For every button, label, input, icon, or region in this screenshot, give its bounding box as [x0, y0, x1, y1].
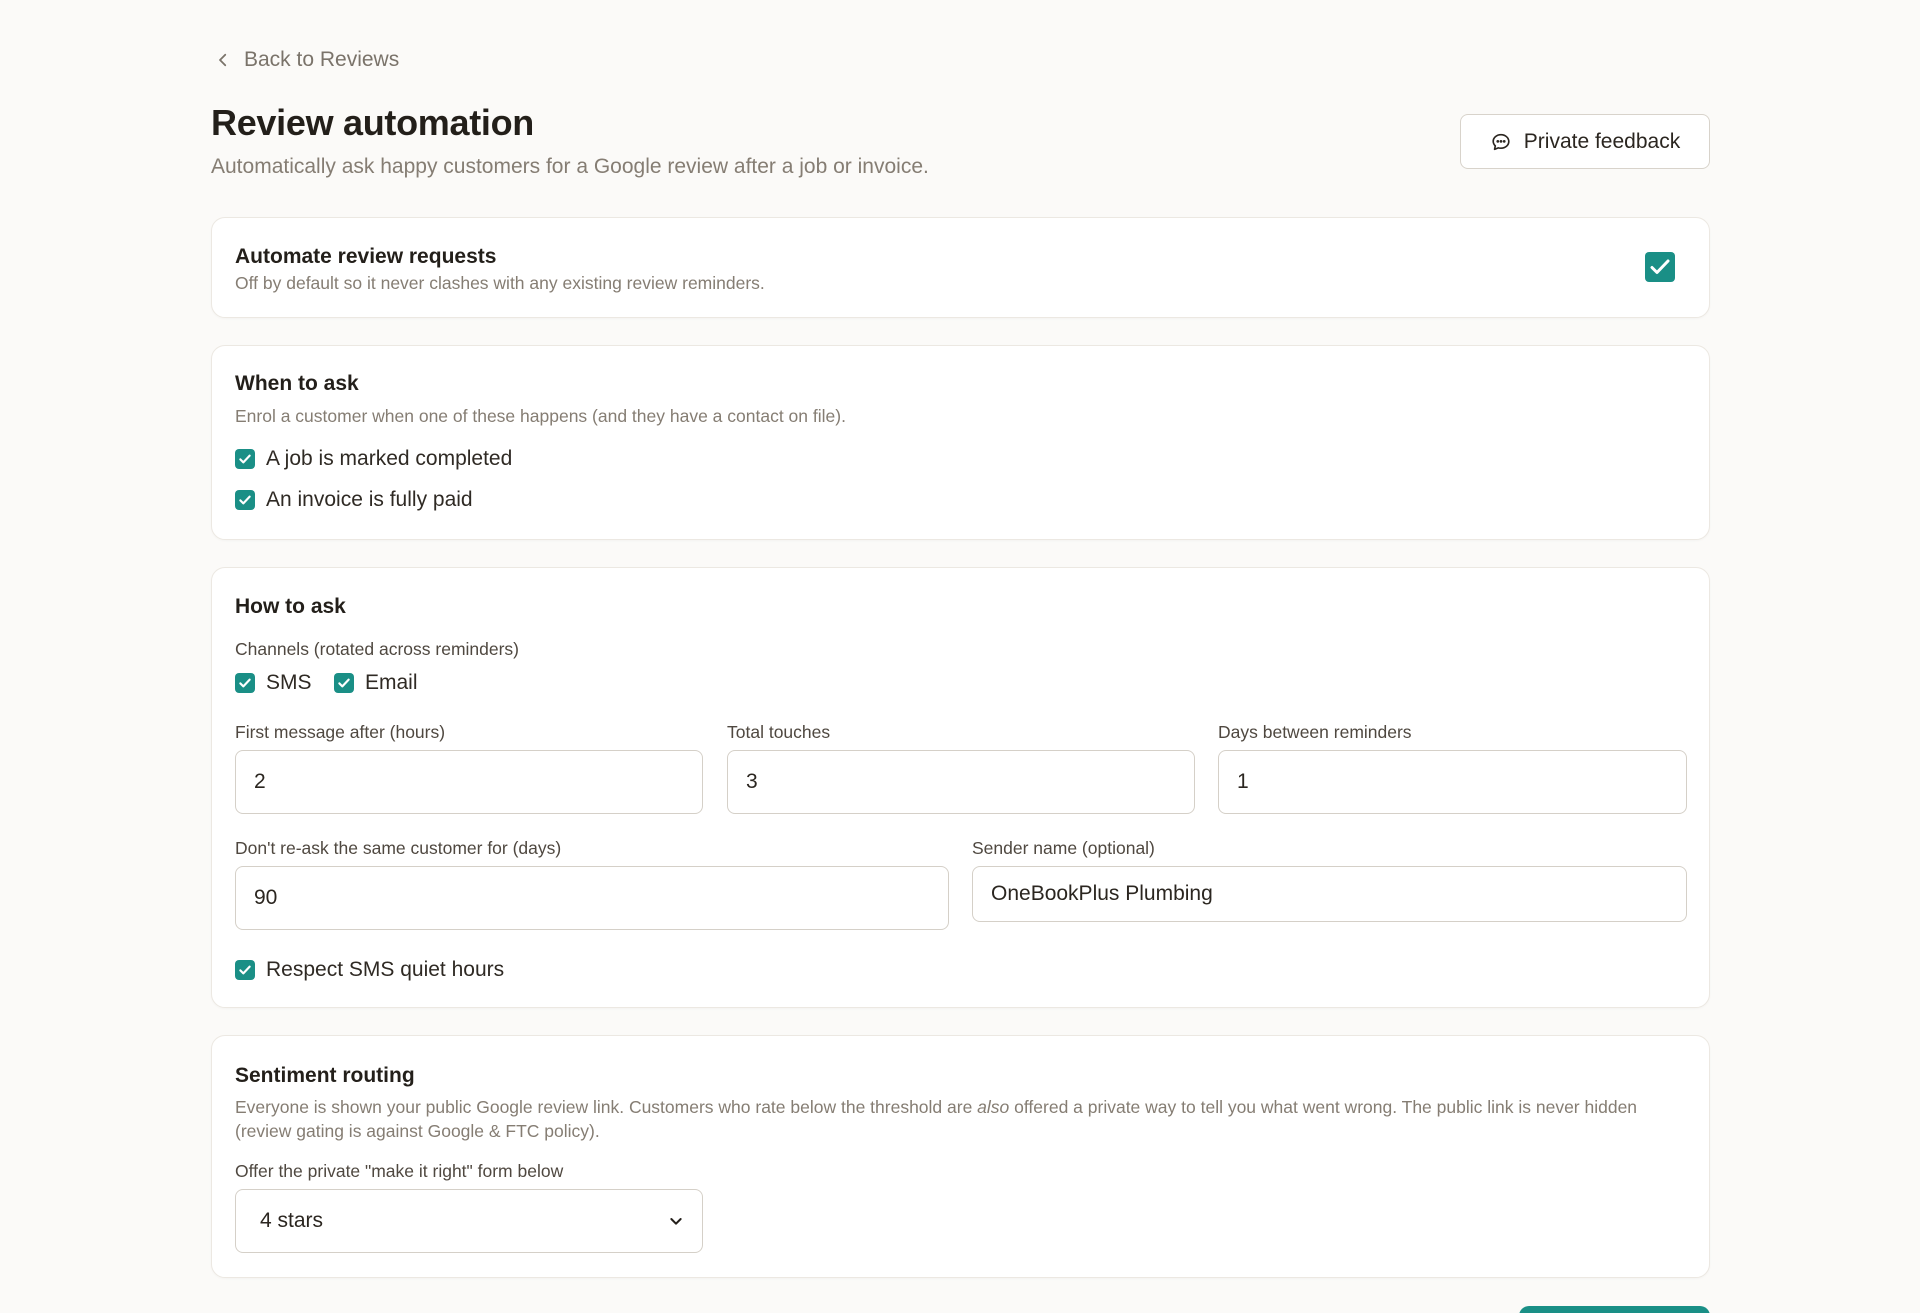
days-between-input[interactable]: 1	[1218, 750, 1687, 814]
checkmark-icon	[1650, 259, 1670, 274]
first-message-value: 2	[254, 770, 266, 793]
email-label: Email	[365, 671, 418, 694]
checkmark-icon	[338, 678, 350, 688]
checkmark-icon	[239, 495, 251, 505]
page: Back to Reviews Review automation Automa…	[0, 0, 1920, 1313]
job-completed-label: A job is marked completed	[266, 447, 513, 470]
sentiment-desc-part1: Everyone is shown your public Google rev…	[235, 1097, 978, 1117]
automate-checkbox[interactable]	[1645, 252, 1675, 282]
job-completed-checkbox[interactable]	[235, 449, 255, 469]
when-title: When to ask	[235, 372, 359, 395]
page-subtitle: Automatically ask happy customers for a …	[211, 155, 929, 178]
days-between-value: 1	[1237, 770, 1249, 793]
sender-input[interactable]: OneBookPlus Plumbing	[972, 866, 1687, 922]
quiet-hours-label: Respect SMS quiet hours	[266, 958, 505, 981]
sender-value: OneBookPlus Plumbing	[991, 882, 1213, 905]
back-link-label: Back to Reviews	[244, 48, 400, 71]
days-between-label: Days between reminders	[1218, 722, 1412, 742]
offer-form-label: Offer the private "make it right" form b…	[235, 1161, 564, 1181]
total-touches-value: 3	[746, 770, 758, 793]
save-button[interactable]	[1519, 1306, 1710, 1313]
when-description: Enrol a customer when one of these happe…	[235, 406, 846, 426]
channel-email[interactable]: Email	[334, 671, 418, 695]
email-checkbox[interactable]	[334, 673, 354, 693]
checkmark-icon	[239, 454, 251, 464]
automate-title: Automate review requests	[235, 245, 497, 268]
sentiment-title: Sentiment routing	[235, 1064, 415, 1087]
chevron-down-icon	[670, 1218, 682, 1225]
threshold-select[interactable]: 4 stars	[235, 1189, 703, 1253]
how-title: How to ask	[235, 595, 346, 618]
threshold-value: 4 stars	[260, 1209, 324, 1232]
first-message-label: First message after (hours)	[235, 722, 446, 742]
sms-checkbox[interactable]	[235, 673, 255, 693]
quiet-hours-checkbox[interactable]	[235, 960, 255, 980]
when-to-ask-card: When to ask Enrol a customer when one of…	[211, 345, 1710, 540]
trigger-job-completed[interactable]: A job is marked completed	[235, 447, 512, 471]
total-touches-label: Total touches	[727, 722, 831, 742]
automate-description: Off by default so it never clashes with …	[235, 273, 765, 293]
trigger-invoice-paid[interactable]: An invoice is fully paid	[235, 488, 473, 512]
channels-label: Channels (rotated across reminders)	[235, 639, 520, 659]
invoice-paid-checkbox[interactable]	[235, 490, 255, 510]
reask-label: Don't re-ask the same customer for (days…	[235, 838, 562, 858]
automate-card: Automate review requests Off by default …	[211, 217, 1710, 318]
sentiment-desc-emphasis: also	[977, 1097, 1010, 1117]
chevron-left-icon	[219, 53, 227, 67]
private-feedback-button[interactable]: Private feedback	[1460, 114, 1710, 169]
total-touches-input[interactable]: 3	[727, 750, 1195, 814]
sms-label: SMS	[266, 671, 312, 694]
checkmark-icon	[239, 678, 251, 688]
how-to-ask-card: How to ask Channels (rotated across remi…	[211, 567, 1710, 1008]
back-to-reviews-link[interactable]: Back to Reviews	[214, 48, 399, 72]
invoice-paid-label: An invoice is fully paid	[266, 488, 473, 511]
first-message-input[interactable]: 2	[235, 750, 703, 814]
private-feedback-label: Private feedback	[1523, 129, 1681, 153]
sentiment-description: Everyone is shown your public Google rev…	[235, 1095, 1685, 1143]
sender-label: Sender name (optional)	[972, 838, 1155, 858]
channel-sms[interactable]: SMS	[235, 671, 312, 695]
checkmark-icon	[239, 965, 251, 975]
quiet-hours-option[interactable]: Respect SMS quiet hours	[235, 958, 504, 982]
chat-bubble-icon	[1492, 133, 1510, 150]
reask-value: 90	[254, 886, 278, 909]
sentiment-routing-card: Sentiment routing Everyone is shown your…	[211, 1035, 1710, 1278]
reask-input[interactable]: 90	[235, 866, 949, 930]
page-title: Review automation	[211, 102, 534, 143]
